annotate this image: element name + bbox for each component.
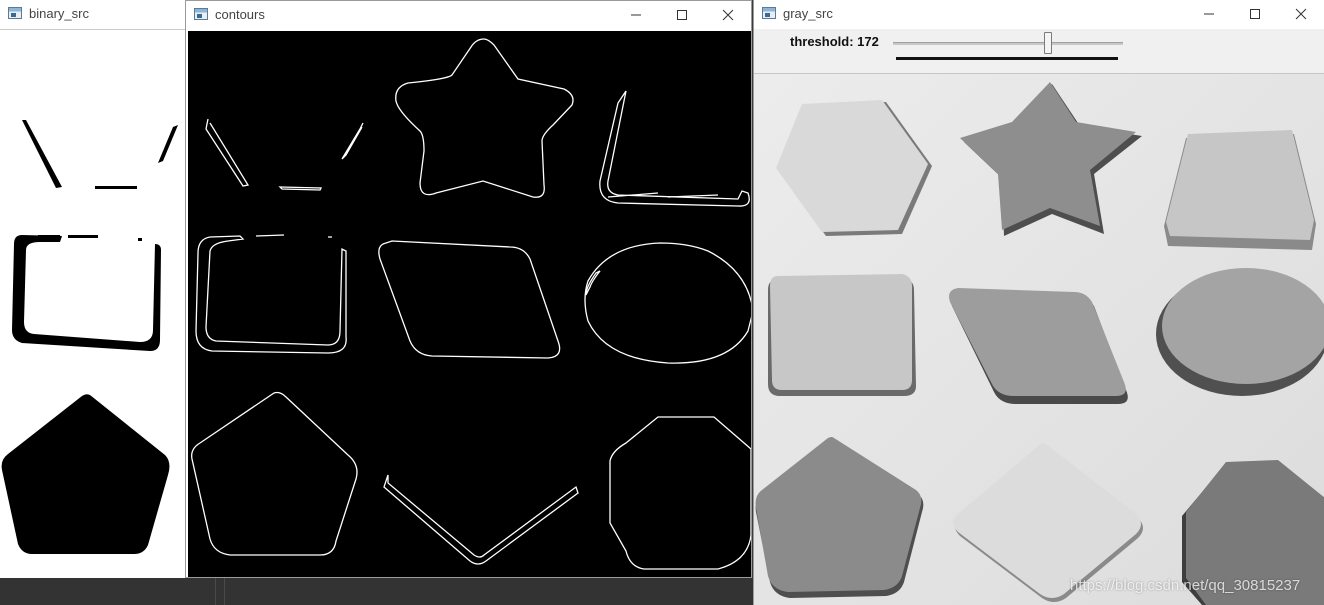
close-icon [1295, 8, 1307, 20]
taskbar-divider [224, 578, 225, 605]
gray-src-title: gray_src [783, 6, 833, 21]
binary-src-window: binary_src [0, 0, 186, 579]
opencv-window-icon [762, 7, 776, 19]
threshold-slider-track[interactable] [893, 42, 1123, 45]
maximize-icon [677, 10, 687, 20]
minimize-icon [631, 14, 641, 16]
minimize-icon [1204, 13, 1214, 15]
contours-image-svg [191, 38, 751, 570]
contours-title: contours [215, 7, 265, 22]
gray-src-window: gray_src threshold: 172 [753, 0, 1324, 605]
threshold-label: threshold: 172 [790, 34, 879, 49]
slider-focus-underline [896, 57, 1118, 60]
binary-src-image [0, 29, 185, 579]
binary-src-titlebar[interactable]: binary_src [0, 0, 185, 28]
maximize-icon [1250, 9, 1260, 19]
binary-src-title: binary_src [29, 6, 89, 21]
watermark-text: https://blog.csdn.net/qq_30815237 [1070, 577, 1301, 594]
minimize-button[interactable] [613, 1, 659, 29]
maximize-button[interactable] [659, 1, 705, 29]
taskbar-divider [215, 578, 216, 605]
binary-image-svg [0, 30, 185, 579]
threshold-slider-thumb[interactable] [1044, 32, 1053, 54]
minimize-button[interactable] [1186, 0, 1232, 28]
opencv-window-icon [194, 8, 208, 20]
close-icon [722, 9, 734, 21]
contours-titlebar[interactable]: contours [186, 1, 751, 29]
close-button[interactable] [1278, 0, 1324, 28]
contours-window: contours [185, 0, 752, 578]
close-button[interactable] [705, 1, 751, 29]
opencv-window-icon [8, 7, 22, 19]
contours-image [188, 31, 751, 577]
maximize-button[interactable] [1232, 0, 1278, 28]
gray-src-titlebar[interactable]: gray_src [754, 0, 1324, 28]
taskbar [0, 578, 753, 605]
gray-src-image [754, 74, 1324, 605]
gray-image-svg [754, 74, 1324, 605]
trackbar-panel: threshold: 172 [754, 29, 1324, 74]
